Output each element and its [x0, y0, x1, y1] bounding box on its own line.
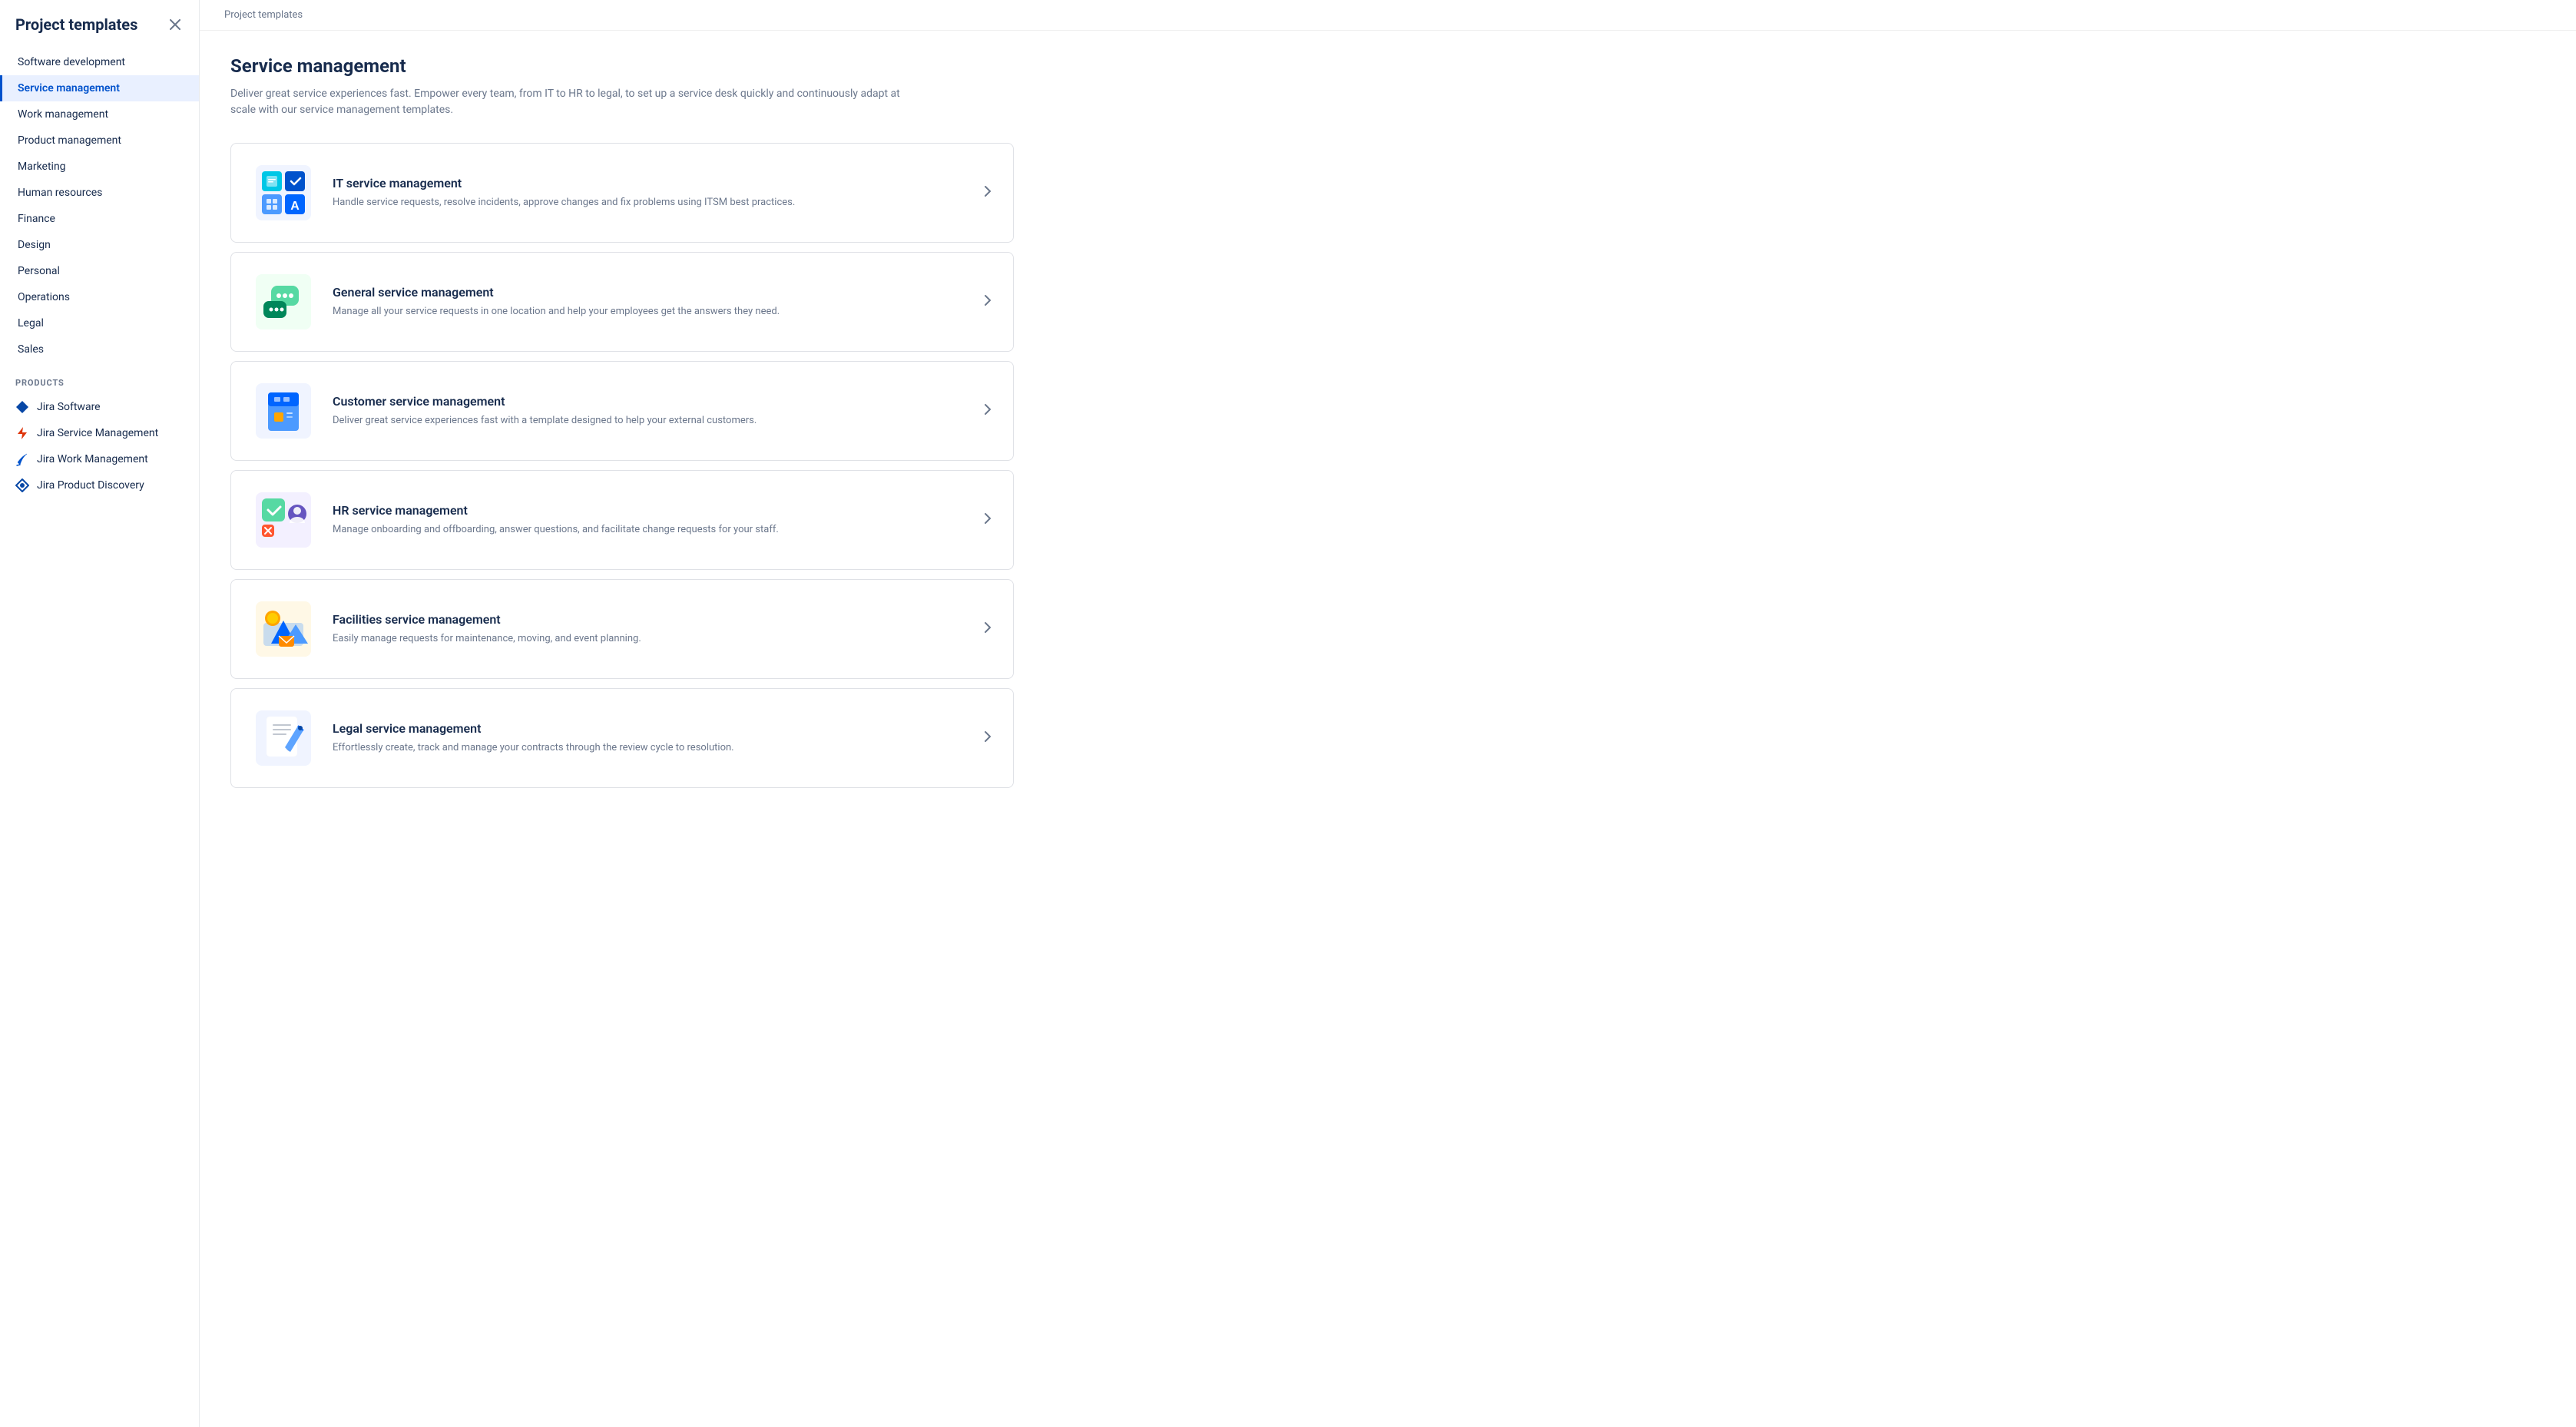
legal-service-management-icon [253, 707, 314, 769]
sidebar: Project templates Software developmentSe… [0, 0, 200, 1427]
chevron-right-icon [984, 621, 992, 637]
sidebar-title: Project templates [15, 15, 137, 34]
general-service-management-description: Manage all your service requests in one … [333, 304, 870, 320]
template-card-it-service-management[interactable]: A IT service management Handle service re… [230, 143, 1014, 243]
legal-service-management-name: Legal service management [333, 721, 965, 736]
product-item-jira-work-management[interactable]: Jira Work Management [0, 446, 199, 472]
chevron-right-icon [984, 403, 992, 419]
product-label: Jira Work Management [37, 453, 148, 465]
svg-text:A: A [290, 200, 300, 213]
page-description: Deliver great service experiences fast. … [230, 86, 922, 118]
hr-service-management-icon [253, 489, 314, 551]
sidebar-item-marketing[interactable]: Marketing [0, 154, 199, 180]
legal-service-management-description: Effortlessly create, track and manage yo… [333, 740, 870, 756]
sidebar-item-operations[interactable]: Operations [0, 284, 199, 310]
sidebar-item-human-resources[interactable]: Human resources [0, 180, 199, 206]
product-label: Jira Service Management [37, 427, 158, 439]
facilities-service-management-icon [253, 598, 314, 660]
customer-service-management-description: Deliver great service experiences fast w… [333, 413, 870, 429]
bolt-icon [15, 426, 29, 440]
diamond-icon [15, 400, 29, 414]
facilities-service-management-name: Facilities service management [333, 612, 965, 627]
chevron-right-icon [984, 185, 992, 201]
template-card-legal-service-management[interactable]: Legal service management Effortlessly cre… [230, 688, 1014, 788]
product-label: Jira Software [37, 401, 101, 413]
chevron-right-icon [984, 730, 992, 747]
legal-service-management-info: Legal service management Effortlessly cre… [333, 721, 965, 756]
sidebar-item-personal[interactable]: Personal [0, 258, 199, 284]
sidebar-item-finance[interactable]: Finance [0, 206, 199, 232]
chevron-right-icon [984, 294, 992, 310]
facilities-service-management-description: Easily manage requests for maintenance, … [333, 631, 870, 647]
template-card-general-service-management[interactable]: General service management Manage all you… [230, 252, 1014, 352]
general-service-management-icon [253, 271, 314, 333]
product-item-jira-service-management[interactable]: Jira Service Management [0, 420, 199, 446]
product-label: Jira Product Discovery [37, 479, 144, 492]
content-area: Service management Deliver great service… [200, 31, 1045, 822]
sidebar-item-legal[interactable]: Legal [0, 310, 199, 336]
close-button[interactable] [167, 16, 184, 33]
sidebar-item-product-management[interactable]: Product management [0, 127, 199, 154]
it-service-management-info: IT service management Handle service requ… [333, 176, 965, 210]
template-list: A IT service management Handle service re… [230, 143, 1014, 797]
sidebar-item-work-management[interactable]: Work management [0, 101, 199, 127]
facilities-service-management-info: Facilities service management Easily mana… [333, 612, 965, 647]
breadcrumb: Project templates [200, 0, 2576, 31]
products-list: Jira Software Jira Service Management Jira… [0, 394, 199, 498]
general-service-management-info: General service management Manage all you… [333, 285, 965, 320]
sidebar-item-sales[interactable]: Sales [0, 336, 199, 363]
template-card-customer-service-management[interactable]: Customer service management Deliver great… [230, 361, 1014, 461]
general-service-management-name: General service management [333, 285, 965, 300]
sidebar-header: Project templates [0, 15, 199, 46]
product-item-jira-product-discovery[interactable]: Jira Product Discovery [0, 472, 199, 498]
template-card-hr-service-management[interactable]: HR service management Manage onboarding a… [230, 470, 1014, 570]
products-section-label: PRODUCTS [0, 366, 199, 394]
page-title: Service management [230, 55, 1014, 77]
product-item-jira-software[interactable]: Jira Software [0, 394, 199, 420]
hr-service-management-description: Manage onboarding and offboarding, answe… [333, 522, 870, 538]
it-service-management-icon: A [253, 162, 314, 223]
sidebar-item-software-development[interactable]: Software development [0, 49, 199, 75]
hr-service-management-info: HR service management Manage onboarding a… [333, 503, 965, 538]
sidebar-nav: Software developmentService managementWo… [0, 46, 199, 366]
template-card-facilities-service-management[interactable]: Facilities service management Easily mana… [230, 579, 1014, 679]
customer-service-management-info: Customer service management Deliver great… [333, 394, 965, 429]
it-service-management-name: IT service management [333, 176, 965, 190]
sidebar-item-design[interactable]: Design [0, 232, 199, 258]
hr-service-management-name: HR service management [333, 503, 965, 518]
it-service-management-description: Handle service requests, resolve inciden… [333, 195, 870, 210]
main-content: Project templates Service management Del… [200, 0, 2576, 1427]
feather-icon [15, 452, 29, 466]
customer-service-management-icon [253, 380, 314, 442]
sidebar-item-service-management[interactable]: Service management [0, 75, 199, 101]
chevron-right-icon [984, 512, 992, 528]
customer-service-management-name: Customer service management [333, 394, 965, 409]
diamond2-icon [15, 478, 29, 492]
